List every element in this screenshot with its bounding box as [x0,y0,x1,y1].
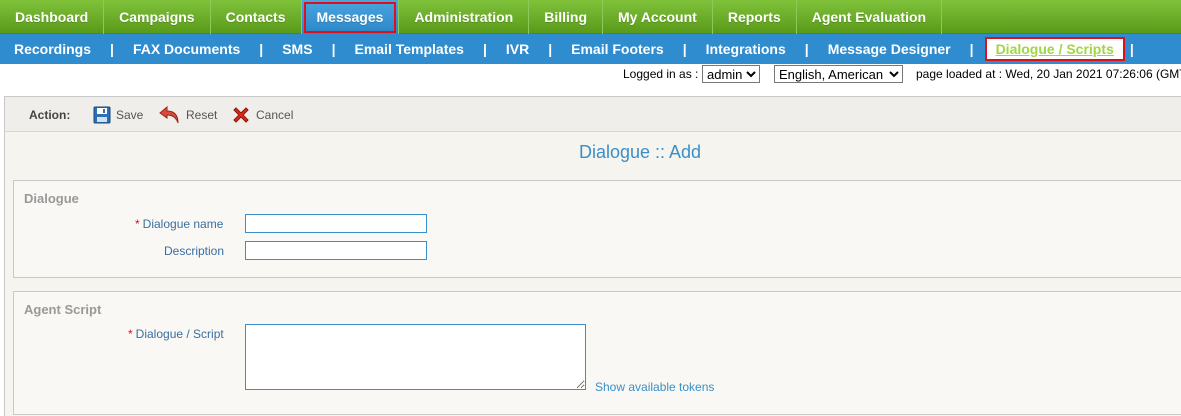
subnav-separator: | [482,41,487,57]
subnav-separator: | [331,41,336,57]
reset-button[interactable]: Reset [159,105,217,125]
nav-campaigns[interactable]: Campaigns [104,0,211,34]
nav-dashboard[interactable]: Dashboard [0,0,105,34]
save-icon [93,106,111,124]
required-marker: * [135,217,140,231]
subnav-separator: | [259,41,264,57]
dialogue-fieldset: Dialogue * Dialogue name Description [13,180,1181,278]
cancel-label: Cancel [256,108,294,122]
description-input[interactable] [245,241,427,260]
subnav-separator: | [682,41,687,57]
sub-nav: Recordings | FAX Documents | SMS | Email… [0,34,1181,64]
subnav-separator: | [969,41,974,57]
script-label-text: Dialogue / Script [135,327,224,341]
nav-reports[interactable]: Reports [713,0,797,34]
cancel-button[interactable]: Cancel [231,105,293,125]
subnav-ivr[interactable]: IVR [506,41,529,57]
dialogue-legend: Dialogue [24,191,79,206]
subnav-recordings[interactable]: Recordings [14,41,91,57]
subnav-separator: | [804,41,809,57]
undo-arrow-icon [159,105,179,124]
script-label: * Dialogue / Script [128,327,224,341]
required-marker: * [128,327,133,341]
cancel-x-icon [233,107,249,123]
nav-administration[interactable]: Administration [399,0,530,34]
show-tokens-link[interactable]: Show available tokens [595,380,714,394]
reset-label: Reset [186,108,218,122]
script-textarea[interactable] [245,324,586,390]
nav-agent-evaluation[interactable]: Agent Evaluation [797,0,943,34]
nav-my-account[interactable]: My Account [603,0,713,34]
user-select[interactable]: admin [702,65,760,83]
subnav-separator: | [548,41,553,57]
subnav-separator: | [110,41,114,57]
agent-script-fieldset: Agent Script * Dialogue / Script Show ava… [13,291,1181,415]
content-panel: Action: Save Reset Cancel Dialogue :: Ad… [4,96,1181,416]
agent-script-legend: Agent Script [24,302,102,317]
subnav-fax-documents[interactable]: FAX Documents [133,41,240,57]
action-label: Action: [29,108,71,122]
page-loaded-text: page loaded at : Wed, 20 Jan 2021 07:26:… [916,67,1181,81]
subnav-integrations[interactable]: Integrations [706,41,786,57]
description-label: Description [164,244,225,258]
save-button[interactable]: Save [93,105,143,125]
dialogue-name-label-text: Dialogue name [142,217,224,231]
subnav-sms[interactable]: SMS [282,41,312,57]
logged-in-label: Logged in as : [623,67,699,81]
dialogue-name-input[interactable] [245,214,427,233]
nav-contacts[interactable]: Contacts [211,0,302,34]
subnav-message-designer[interactable]: Message Designer [828,41,951,57]
save-label: Save [116,108,144,122]
nav-messages[interactable]: Messages [301,0,400,34]
subnav-dialogue-scripts[interactable]: Dialogue / Scripts [984,37,1125,61]
top-nav: Dashboard Campaigns Contacts Messages Ad… [0,0,1181,34]
language-select[interactable]: English, American [774,65,903,83]
action-bar: Action: Save Reset Cancel [5,97,1181,132]
status-bar: Logged in as : admin English, American p… [0,64,1181,84]
subnav-email-footers[interactable]: Email Footers [571,41,664,57]
subnav-email-templates[interactable]: Email Templates [354,41,463,57]
nav-billing[interactable]: Billing [529,0,603,34]
page-title: Dialogue :: Add [578,142,702,162]
subnav-separator: | [1129,41,1134,57]
dialogue-name-label: * Dialogue name [135,217,223,231]
